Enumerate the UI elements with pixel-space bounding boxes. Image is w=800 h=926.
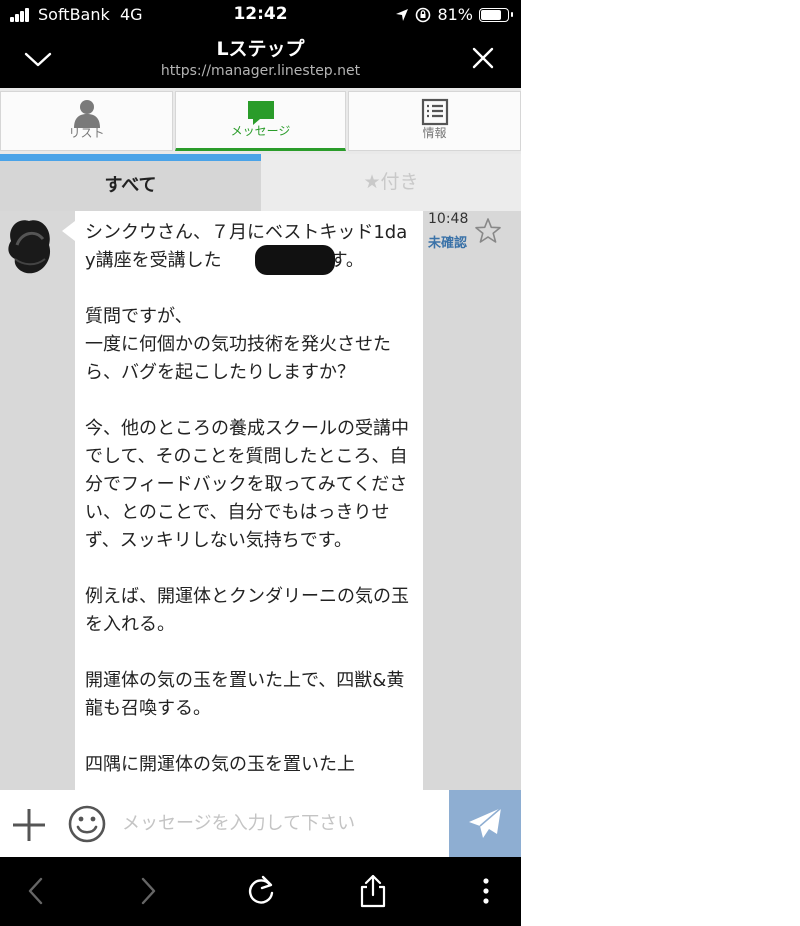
page-url: https://manager.linestep.net — [160, 63, 361, 79]
filter-all-tab[interactable]: すべて — [0, 161, 261, 211]
filter-starred-tab[interactable]: ★付き — [261, 154, 521, 211]
status-bar: SoftBank 4G 12:42 81% — [0, 0, 521, 30]
message-time: 10:48 — [428, 211, 469, 227]
tab-info[interactable]: 情報 — [348, 91, 521, 151]
location-arrow-icon — [396, 8, 409, 21]
forward-arrow-icon[interactable] — [130, 873, 166, 909]
battery-percent: 81% — [437, 5, 473, 24]
browser-header: Lステップ https://manager.linestep.net — [0, 30, 521, 88]
send-paper-plane-icon — [469, 807, 502, 838]
close-button[interactable] — [465, 40, 501, 76]
browser-bottom-nav — [0, 857, 521, 926]
star-toggle-icon[interactable] — [474, 217, 502, 245]
message-bubble[interactable]: シンクウさん、７月にベストキッド1day講座を受講した です。 質問ですが、 一… — [75, 211, 423, 790]
emoji-icon[interactable] — [67, 804, 107, 844]
more-options-icon[interactable] — [468, 873, 504, 909]
tab-list-label: リスト — [68, 126, 105, 140]
page-title: Lステップ — [216, 38, 305, 60]
back-arrow-icon[interactable] — [18, 873, 54, 909]
message-text: シンクウさん、７月にベストキッド1day講座を受講した です。 質問ですが、 一… — [85, 222, 409, 775]
orientation-lock-icon — [416, 7, 431, 22]
send-button[interactable] — [449, 790, 521, 857]
reload-icon[interactable] — [242, 873, 278, 909]
tab-message[interactable]: メッセージ — [175, 91, 346, 151]
battery-icon — [479, 7, 513, 22]
message-bubble-tail — [62, 221, 75, 241]
add-attachment-icon[interactable] — [10, 806, 48, 844]
tab-list[interactable]: リスト — [0, 91, 173, 151]
phone-screen: SoftBank 4G 12:42 81% Lステップ https://mana… — [0, 0, 521, 926]
message-filter-tabs: すべて ★付き — [0, 154, 521, 211]
tab-info-label: 情報 — [422, 126, 447, 140]
main-tabs: リスト メッセージ 情報 — [0, 88, 521, 154]
chat-area: シンクウさん、７月にベストキッド1day講座を受講した です。 質問ですが、 一… — [0, 211, 521, 790]
tab-message-label: メッセージ — [230, 124, 291, 138]
share-icon[interactable] — [355, 873, 391, 909]
message-input-bar — [0, 790, 521, 857]
document-list-icon — [421, 98, 448, 126]
close-icon — [472, 47, 494, 69]
message-input[interactable] — [118, 790, 446, 857]
redacted-name-block — [255, 245, 335, 275]
read-status-badge: 未確認 — [428, 236, 468, 251]
avatar[interactable] — [5, 215, 53, 275]
loading-progress-bar — [0, 154, 261, 161]
